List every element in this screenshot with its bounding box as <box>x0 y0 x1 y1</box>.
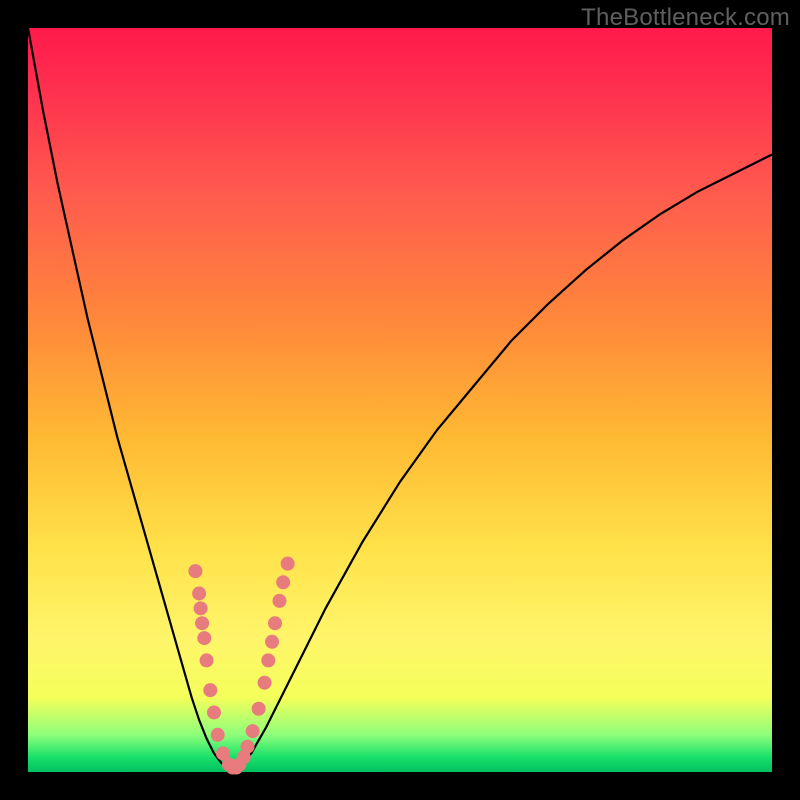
curve-marker <box>272 594 286 608</box>
curve-svg <box>28 28 772 772</box>
chart-frame: TheBottleneck.com <box>0 0 800 800</box>
curve-marker <box>258 676 272 690</box>
curve-marker <box>261 653 275 667</box>
curve-marker <box>197 631 211 645</box>
curve-marker <box>265 635 279 649</box>
curve-marker <box>200 653 214 667</box>
curve-marker <box>188 564 202 578</box>
curve-marker <box>281 557 295 571</box>
curve-marker <box>246 724 260 738</box>
bottleneck-curve <box>28 28 772 768</box>
curve-markers <box>188 557 294 775</box>
curve-marker <box>194 601 208 615</box>
curve-marker <box>203 683 217 697</box>
curve-marker <box>211 728 225 742</box>
curve-marker <box>276 575 290 589</box>
curve-marker <box>240 740 254 754</box>
curve-marker <box>192 586 206 600</box>
curve-marker <box>195 616 209 630</box>
curve-marker <box>207 705 221 719</box>
curve-marker <box>268 616 282 630</box>
watermark-text: TheBottleneck.com <box>581 4 790 32</box>
curve-marker <box>252 702 266 716</box>
plot-area <box>28 28 772 772</box>
